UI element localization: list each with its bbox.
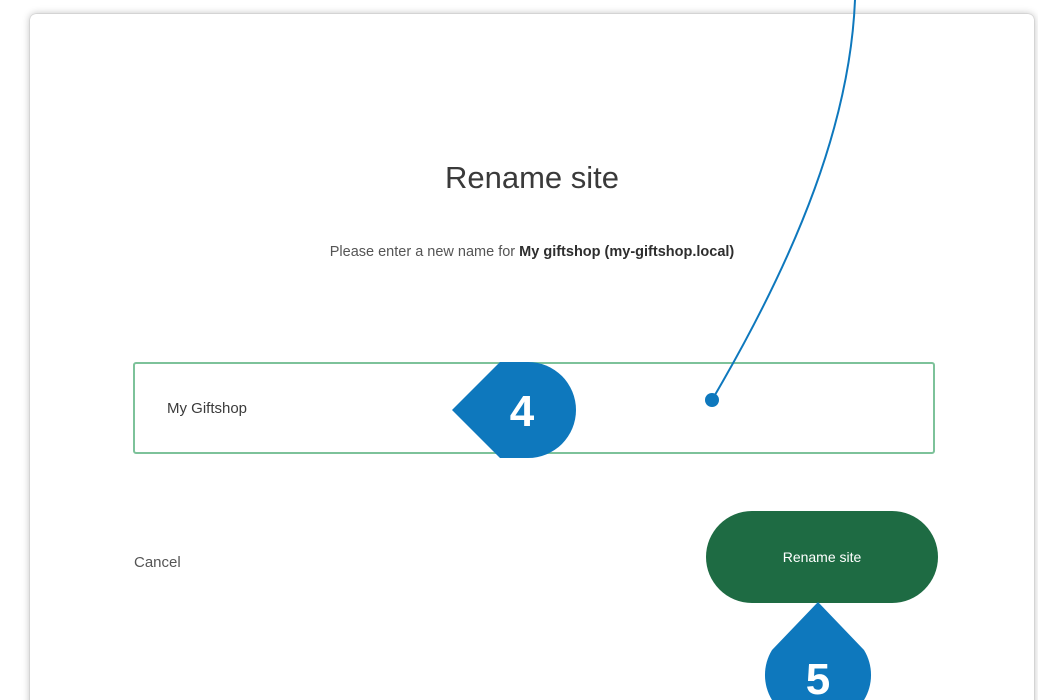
rename-site-dialog: Rename site Please enter a new name for … [30, 14, 1034, 700]
rename-site-button[interactable]: Rename site [706, 511, 938, 603]
screenshot-stage: Rename site Please enter a new name for … [0, 0, 1038, 700]
cancel-button[interactable]: Cancel [134, 554, 181, 571]
current-site-name: My giftshop (my-giftshop.local) [519, 244, 735, 260]
site-name-input[interactable] [133, 362, 935, 454]
dialog-title: Rename site [444, 160, 620, 195]
dialog-subtitle: Please enter a new name for My giftshop … [30, 244, 1034, 260]
subtitle-prefix: Please enter a new name for [329, 244, 520, 260]
